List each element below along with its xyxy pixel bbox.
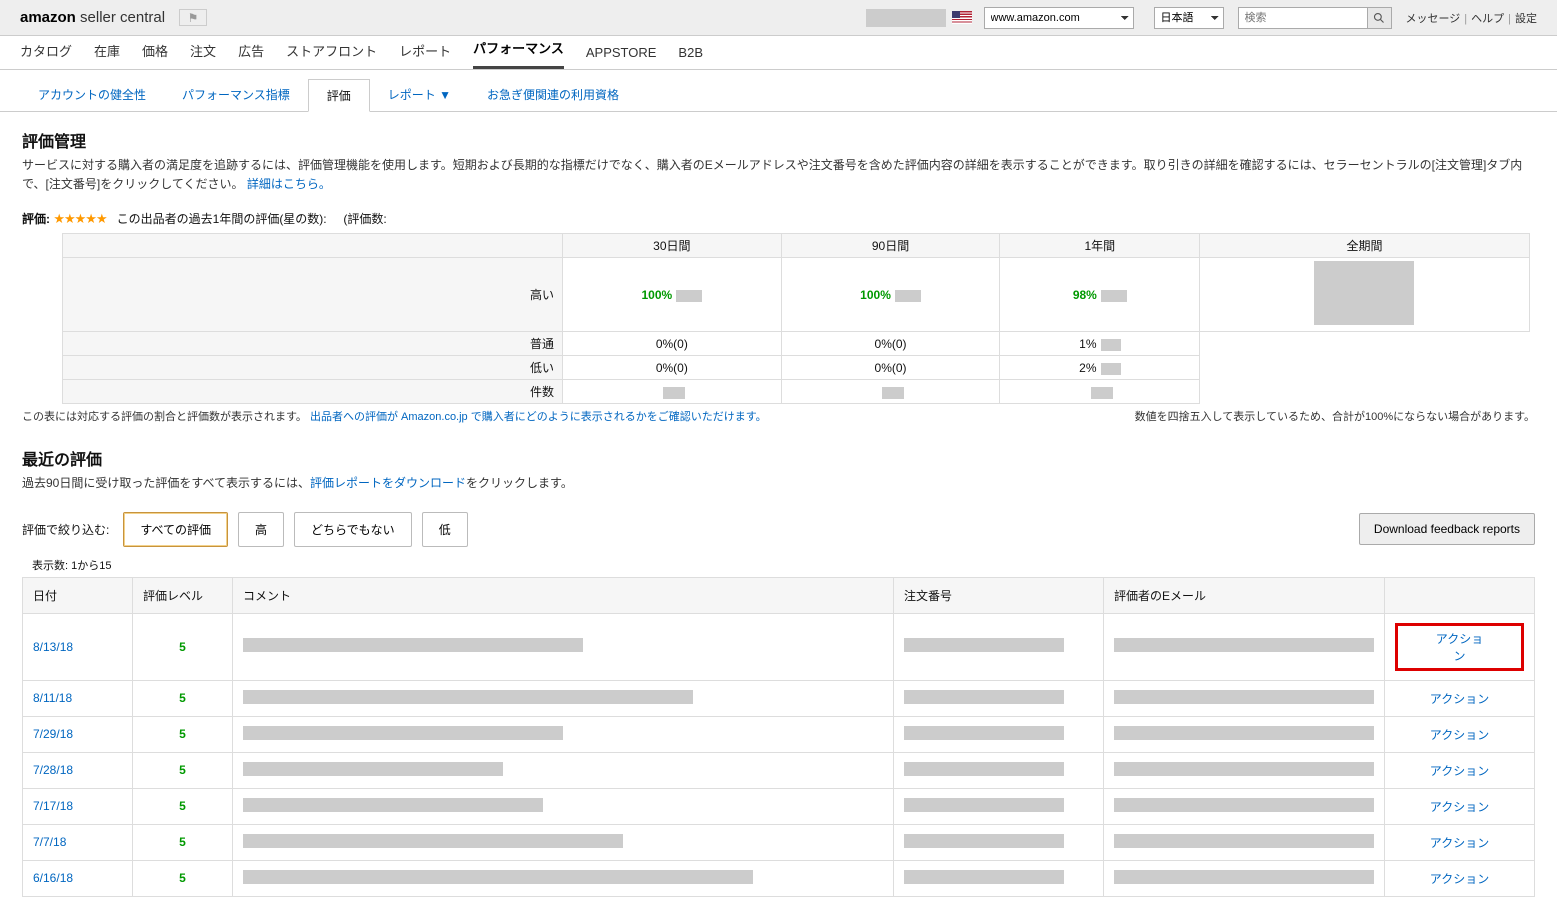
table-row: 8/13/185アクション [23,613,1535,680]
filter-btn-3[interactable]: 低 [422,512,468,547]
nav-item-2[interactable]: 価格 [142,32,168,69]
foot-link-1[interactable]: 出品者への評価が [310,411,398,423]
search-input[interactable] [1238,7,1368,29]
date-link[interactable]: 7/17/18 [33,799,73,813]
rating-summary-line: 評価: ★★★★★ この出品者の過去1年間の評価(星の数): (評価数: [22,210,1535,227]
nav-item-6[interactable]: レポート [399,32,451,69]
recent-title: 最近の評価 [22,446,1535,470]
top-links: メッセージ|ヘルプ|設定 [1406,10,1538,26]
date-link[interactable]: 7/7/18 [33,835,66,849]
us-flag-icon [952,11,972,24]
action-link[interactable]: アクション [1395,726,1524,743]
nav-item-0[interactable]: カタログ [20,32,72,69]
download-report-link[interactable]: 評価レポートをダウンロード [310,476,466,490]
stars-icon: ★★★★★ [53,211,106,226]
sub-nav-item-4[interactable]: お急ぎ便関連の利用資格 [469,79,637,110]
action-link[interactable]: アクション [1395,798,1524,815]
sub-nav: アカウントの健全性パフォーマンス指標評価レポート ▼お急ぎ便関連の利用資格 [0,70,1557,111]
date-link[interactable]: 7/28/18 [33,763,73,777]
nav-item-8[interactable]: APPSTORE [586,36,657,69]
date-link[interactable]: 7/29/18 [33,727,73,741]
table-row: 7/29/185アクション [23,716,1535,752]
nav-item-5[interactable]: ストアフロント [286,32,377,69]
date-link[interactable]: 6/16/18 [33,871,73,885]
messages-link[interactable]: メッセージ [1406,13,1461,25]
table-row: 7/7/185アクション [23,824,1535,860]
table-row: 8/11/185アクション [23,680,1535,716]
help-link[interactable]: ヘルプ [1471,13,1504,25]
nav-item-7[interactable]: パフォーマンス [473,29,564,69]
sub-nav-item-3[interactable]: レポート ▼ [370,79,469,110]
table-row: 7/28/185アクション [23,752,1535,788]
filter-btn-2[interactable]: どちらでもない [294,512,412,547]
top-bar: amazon seller central ⚑ www.amazon.com 日… [0,0,1557,36]
date-link[interactable]: 8/13/18 [33,640,73,654]
logo: amazon seller central [20,9,165,26]
main-nav: カタログ在庫価格注文広告ストアフロントレポートパフォーマンスAPPSTOREB2… [0,36,1557,70]
flag-icon[interactable]: ⚑ [179,9,207,26]
table-row: 7/17/185アクション [23,788,1535,824]
foot-link-3[interactable]: で購入者にどのように表示されるかをご確認いただけます。 [471,411,767,423]
more-link[interactable]: 詳細はこちら。 [247,177,331,191]
settings-link[interactable]: 設定 [1515,13,1537,25]
nav-item-3[interactable]: 注文 [190,32,216,69]
filter-row: 評価で絞り込む: すべての評価高どちらでもない低 Download feedba… [22,512,1535,547]
recent-desc: 過去90日間に受け取った評価をすべて表示するには、評価レポートをダウンロードをク… [22,474,1535,493]
nav-item-4[interactable]: 広告 [238,32,264,69]
marketplace-select[interactable]: www.amazon.com [984,7,1134,29]
sub-nav-item-1[interactable]: パフォーマンス指標 [164,79,308,110]
sub-nav-item-0[interactable]: アカウントの健全性 [20,79,164,110]
language-select[interactable]: 日本語 [1154,7,1224,29]
action-link[interactable]: アクション [1395,834,1524,851]
action-link[interactable]: アクション [1395,762,1524,779]
page-title: 評価管理 [22,128,1535,152]
summary-footnote: この表には対応する評価の割合と評価数が表示されます。 出品者への評価が Amaz… [22,408,1535,424]
sub-nav-item-2[interactable]: 評価 [308,79,370,112]
summary-table: 30日間90日間1年間全期間高い100%100%98%普通0%(0)0%(0)1… [62,233,1530,404]
filter-label: 評価で絞り込む: [22,521,109,538]
feedback-table: 日付評価レベルコメント注文番号評価者のEメール8/13/185アクション8/11… [22,577,1535,897]
foot-link-2[interactable]: Amazon.co.jp [401,411,468,423]
page-desc: サービスに対する購入者の満足度を追跡するには、評価管理機能を使用します。短期およ… [22,156,1535,194]
nav-item-9[interactable]: B2B [678,36,703,69]
filter-btn-0[interactable]: すべての評価 [123,512,228,547]
date-link[interactable]: 8/11/18 [33,691,72,705]
action-link[interactable]: アクション [1395,690,1524,707]
download-feedback-button[interactable]: Download feedback reports [1359,513,1535,545]
search-button[interactable] [1368,7,1392,29]
search-icon [1373,12,1385,24]
table-row: 6/16/185アクション [23,860,1535,896]
filter-btn-1[interactable]: 高 [238,512,284,547]
display-count: 表示数: 1から15 [32,557,1535,573]
filter-buttons: すべての評価高どちらでもない低 [123,512,467,547]
nav-item-1[interactable]: 在庫 [94,32,120,69]
action-link[interactable]: アクション [1395,870,1524,887]
seller-name-redacted [866,9,946,27]
action-link[interactable]: アクション [1434,630,1485,664]
